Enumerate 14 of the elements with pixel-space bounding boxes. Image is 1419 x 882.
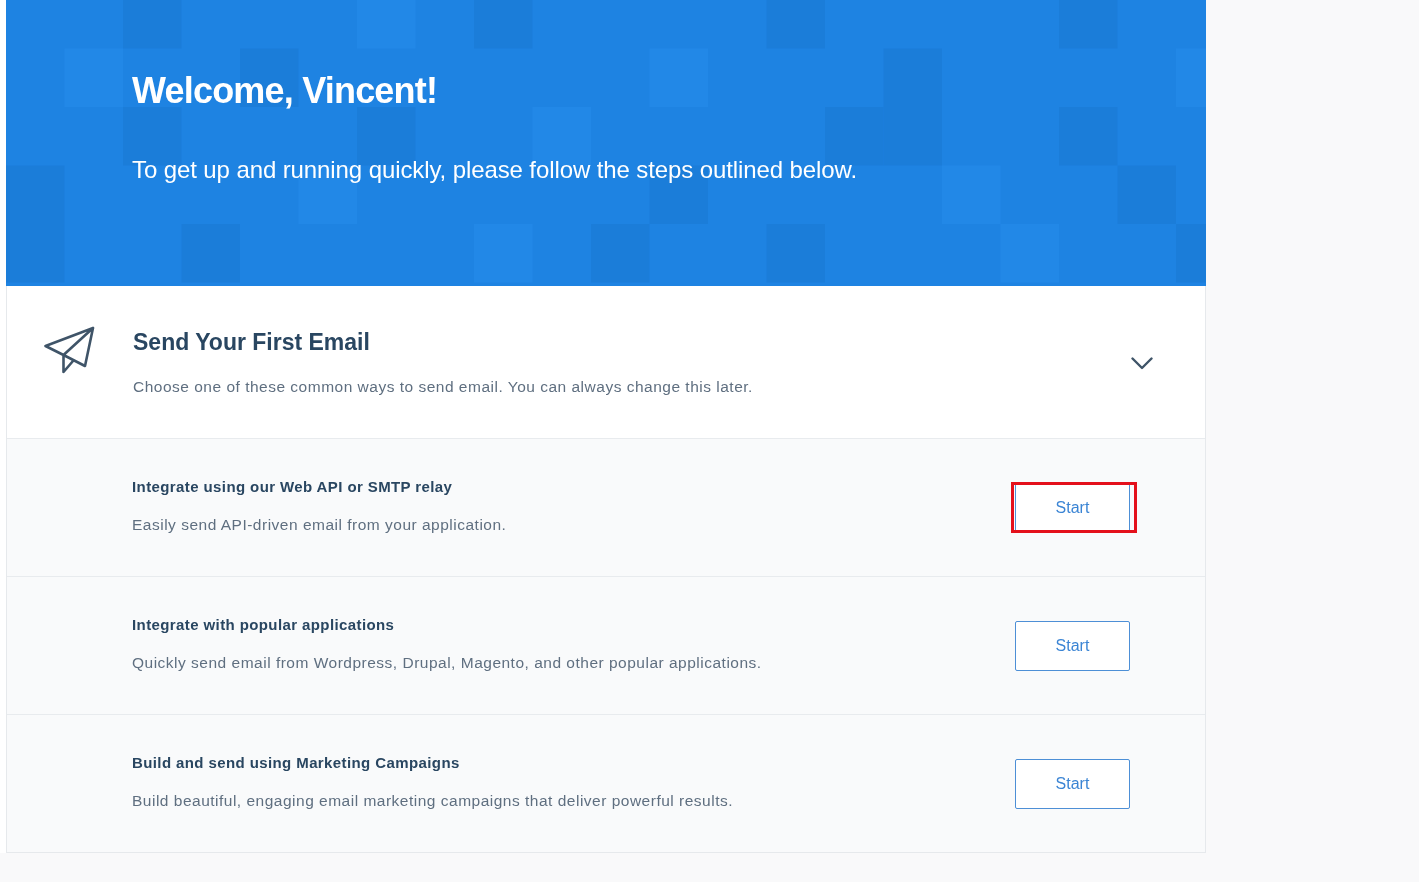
paper-plane-icon	[44, 326, 96, 374]
start-button[interactable]: Start	[1015, 620, 1130, 671]
option-description: Quickly send email from Wordpress, Drupal, Magento, and other popular applications.	[132, 652, 762, 673]
section-title: Send Your First Email	[133, 329, 370, 355]
chevron-down-icon[interactable]	[1131, 357, 1153, 370]
welcome-heading: Welcome, Vincent!	[132, 69, 438, 113]
start-button[interactable]: Start	[1015, 758, 1130, 809]
option-title: Build and send using Marketing Campaigns	[132, 752, 460, 773]
welcome-subtitle: To get up and running quickly, please follow the steps outlined below.	[132, 155, 858, 185]
option-description: Easily send API-driven email from your application.	[132, 514, 507, 535]
option-title: Integrate with popular applications	[132, 614, 395, 635]
option-title: Integrate using our Web API or SMTP relay	[132, 476, 453, 497]
option-description: Build beautiful, engaging email marketing campaigns that deliver powerful results.	[132, 790, 734, 811]
section-description: Choose one of these common ways to send email. You can always change this later.	[133, 377, 753, 397]
